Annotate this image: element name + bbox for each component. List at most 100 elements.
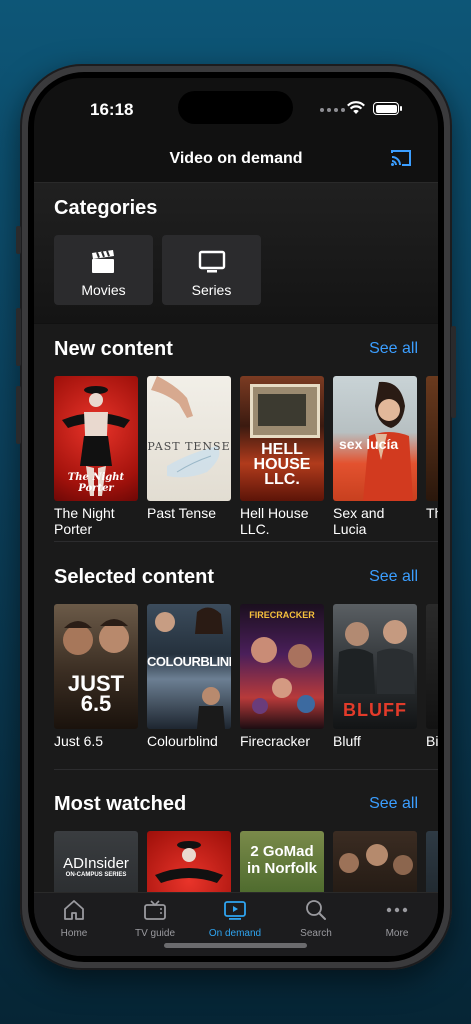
tab-label: Search xyxy=(300,928,332,939)
poster-tile[interactable]: The Night Porter The Night Porter xyxy=(54,376,138,537)
most-watched-section: Most watched See all ADInsider ON-CAMPUS… xyxy=(34,779,438,892)
tab-search[interactable]: Search xyxy=(281,899,351,939)
tab-on-demand[interactable]: On demand xyxy=(200,899,270,939)
tab-more[interactable]: More xyxy=(362,899,432,939)
category-series[interactable]: Series xyxy=(162,235,261,305)
tab-tv-guide[interactable]: TV guide xyxy=(120,899,190,939)
tile-title: Bi Pa xyxy=(426,733,438,749)
poster-image: JUST 6.5 xyxy=(54,604,138,729)
tab-home[interactable]: Home xyxy=(39,899,109,939)
home-icon xyxy=(64,900,84,920)
poster-image: FIRECRACKER xyxy=(240,604,324,729)
poster-tile[interactable]: BLUFF Bluff xyxy=(333,604,417,749)
tab-label: TV guide xyxy=(134,928,176,939)
poster-title-art: BLUFF xyxy=(343,700,407,720)
poster-image xyxy=(426,831,438,892)
poster-tile[interactable]: Bi Pa xyxy=(426,604,438,749)
see-all-link[interactable]: See all xyxy=(369,795,418,813)
tile-title: Sex and Lucia xyxy=(333,505,385,537)
volume-up-button xyxy=(16,308,21,366)
poster-tile[interactable]: sex lucía Sex and Lucia xyxy=(333,376,417,537)
power-button xyxy=(451,326,456,418)
page-title: Video on demand xyxy=(169,150,303,167)
poster-tile[interactable]: PAST TENSE Past Tense xyxy=(147,376,231,537)
poster-image xyxy=(426,604,438,729)
tile-title: Hell House LLC. xyxy=(240,505,309,537)
poster-image: sex lucía xyxy=(333,376,417,501)
poster-tile[interactable]: FIRECRACKER Firecracker xyxy=(240,604,324,749)
see-all-link[interactable]: See all xyxy=(369,568,418,586)
wifi-icon xyxy=(347,101,365,114)
section-divider xyxy=(54,769,438,770)
categories-heading: Categories xyxy=(54,197,158,219)
category-label: Movies xyxy=(81,282,126,298)
poster-title-art: COLOURBLIND xyxy=(147,654,231,669)
category-label: Series xyxy=(191,282,232,298)
cast-icon[interactable] xyxy=(390,148,412,168)
new-content-section: New content See all The Night Porter The… xyxy=(34,324,438,548)
poster-title-art: HELL HOUSE LLC. xyxy=(253,441,311,488)
section-heading: New content xyxy=(54,338,173,360)
poster-carousel[interactable]: ADInsider ON-CAMPUS SERIES 2 GoMad in No… xyxy=(54,831,438,892)
see-all-link[interactable]: See all xyxy=(369,340,418,358)
poster-title-art: 2 GoMad in Norfolk xyxy=(247,843,317,877)
play-screen-icon xyxy=(224,901,246,920)
poster-tile[interactable] xyxy=(147,831,231,892)
poster-tile[interactable]: Th Bl xyxy=(426,376,438,537)
section-heading: Selected content xyxy=(54,566,215,588)
status-time: 16:18 xyxy=(90,100,134,119)
selected-content-section: Selected content See all JUST 6.5 Just 6… xyxy=(34,552,438,776)
poster-tile[interactable]: JUST 6.5 Just 6.5 xyxy=(54,604,138,749)
poster-image: The Night Porter xyxy=(54,376,138,501)
poster-tile[interactable] xyxy=(426,831,438,892)
poster-tile[interactable] xyxy=(333,831,417,892)
tv-monitor-icon xyxy=(198,250,226,273)
poster-image: HELL HOUSE LLC. xyxy=(240,376,324,501)
poster-image: BLUFF xyxy=(333,604,417,729)
battery-icon xyxy=(373,102,402,115)
poster-tile[interactable]: COLOURBLIND Colourblind xyxy=(147,604,231,749)
tab-label: Home xyxy=(60,928,88,939)
section-divider xyxy=(54,541,438,542)
clapperboard-icon xyxy=(92,250,114,273)
poster-image xyxy=(333,831,417,892)
content-feed[interactable]: New content See all The Night Porter The… xyxy=(34,324,438,892)
home-indicator xyxy=(164,943,307,948)
signal-icon xyxy=(320,108,345,112)
poster-title-art: ADInsider xyxy=(63,855,129,872)
tile-title: Firecracker xyxy=(240,733,311,749)
volume-down-button xyxy=(16,386,21,444)
category-movies[interactable]: Movies xyxy=(54,235,153,305)
tab-label: On demand xyxy=(208,928,262,939)
poster-tile[interactable]: ADInsider ON-CAMPUS SERIES xyxy=(54,831,138,892)
poster-title-art: sex lucía xyxy=(339,436,399,452)
search-icon xyxy=(306,900,326,920)
dynamic-island xyxy=(178,91,293,124)
tile-title: Just 6.5 xyxy=(54,733,104,749)
section-heading: Most watched xyxy=(54,793,187,815)
tile-title: Th Bl xyxy=(426,505,438,521)
tv-icon xyxy=(144,900,166,920)
poster-image: ADInsider ON-CAMPUS SERIES xyxy=(54,831,138,892)
poster-carousel[interactable]: The Night Porter The Night Porter PAST T… xyxy=(54,376,438,537)
tile-title: Colourblind xyxy=(147,733,218,749)
more-dots-icon xyxy=(386,907,408,913)
poster-image xyxy=(147,831,231,892)
poster-tile[interactable]: HELL HOUSE LLC. Hell House LLC. xyxy=(240,376,324,537)
nav-bar: Video on demand xyxy=(34,138,438,183)
poster-tile[interactable]: 2 GoMad in Norfolk xyxy=(240,831,324,892)
tab-label: More xyxy=(385,928,409,939)
poster-image: COLOURBLIND xyxy=(147,604,231,729)
mute-switch xyxy=(16,226,21,254)
poster-image xyxy=(426,376,438,501)
poster-image: 2 GoMad in Norfolk xyxy=(240,831,324,892)
categories-section: Categories Movies Series xyxy=(34,183,438,323)
tile-title: Bluff xyxy=(333,733,361,749)
poster-title-art: JUST 6.5 xyxy=(67,671,125,716)
poster-carousel[interactable]: JUST 6.5 Just 6.5 COLOURBLIND Colourblin… xyxy=(54,604,438,749)
tile-title: Past Tense xyxy=(147,505,217,521)
poster-title-art: FIRECRACKER xyxy=(249,610,315,620)
poster-image: PAST TENSE xyxy=(147,376,231,501)
tile-title: The Night Porter xyxy=(54,505,115,537)
poster-subtitle-art: ON-CAMPUS SERIES xyxy=(65,872,127,878)
